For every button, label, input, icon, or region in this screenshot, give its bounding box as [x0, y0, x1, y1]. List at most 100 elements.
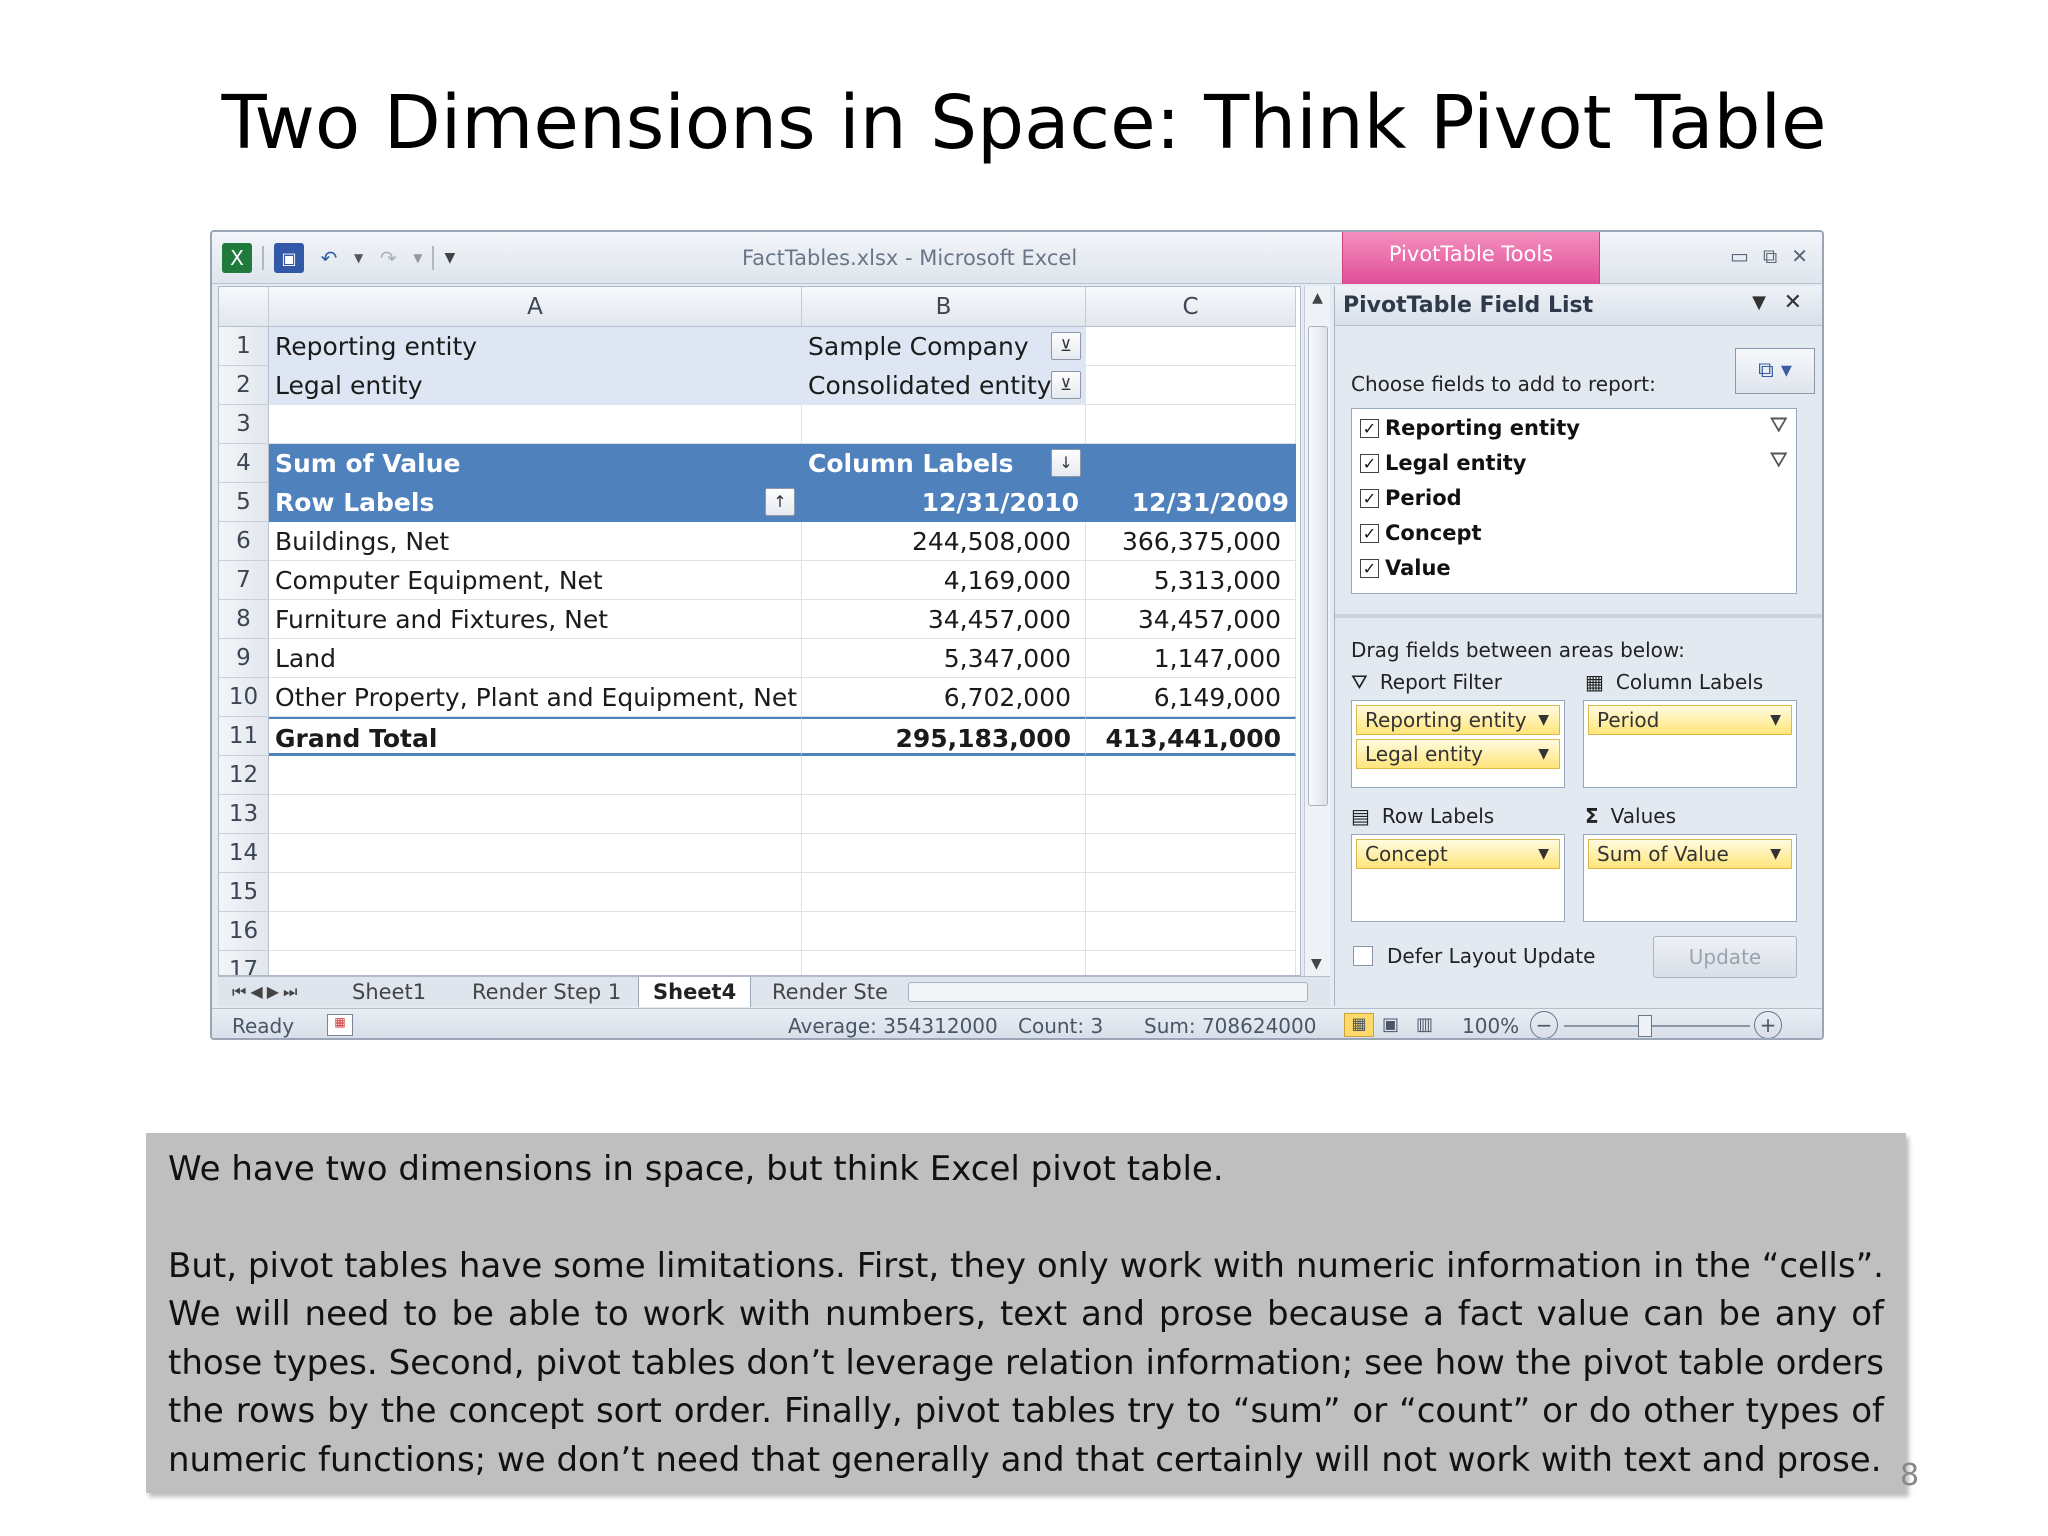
concept-label[interactable]: Furniture and Fixtures, Net [269, 600, 802, 639]
zoom-level[interactable]: 100% [1462, 1014, 1519, 1038]
field-legal-entity[interactable]: ✓ Legal entity [1360, 448, 1527, 478]
row-header[interactable]: 13 [219, 795, 269, 834]
value-2009[interactable]: 366,375,000 [1086, 522, 1296, 561]
row-header[interactable]: 12 [219, 756, 269, 795]
zoom-slider-track[interactable] [1564, 1025, 1750, 1027]
cell[interactable] [1086, 873, 1296, 912]
row-header[interactable]: 11 [219, 717, 269, 756]
cell[interactable] [802, 795, 1086, 834]
filter-dropdown-icon[interactable]: ⊻ [1051, 371, 1081, 399]
filter-label-reporting-entity[interactable]: Reporting entity [269, 327, 802, 366]
checkbox-icon[interactable]: ✓ [1360, 558, 1379, 578]
cell[interactable] [1086, 327, 1296, 366]
row-labels-header[interactable]: Row Labels [269, 483, 802, 522]
minimize-icon[interactable]: ▭ [1730, 244, 1749, 268]
redo-icon[interactable]: ↷ [373, 243, 403, 273]
cell[interactable] [802, 912, 1086, 951]
field-period[interactable]: ✓ Period [1360, 483, 1462, 513]
undo-icon[interactable]: ↶ [314, 243, 344, 273]
cell[interactable] [269, 912, 802, 951]
row-labels-area[interactable]: Concept ▼ [1351, 834, 1565, 922]
cell[interactable] [1086, 834, 1296, 873]
column-header-a[interactable]: A [269, 287, 802, 327]
cell[interactable] [269, 834, 802, 873]
cell[interactable] [269, 873, 802, 912]
tab-navigation-icon[interactable]: ⏮◀▶⏭ [218, 977, 315, 1007]
grand-total-label[interactable]: Grand Total [269, 717, 802, 756]
restore-icon[interactable]: ⧉ [1763, 244, 1777, 268]
filter-value-reporting-entity[interactable]: Sample Company [802, 327, 1086, 366]
customize-toolbar-icon[interactable]: ▼ [444, 250, 455, 266]
vertical-scrollbar[interactable]: ▲ ▼ [1304, 286, 1330, 976]
column-labels-chip[interactable]: Period ▼ [1588, 705, 1792, 735]
concept-label[interactable]: Land [269, 639, 802, 678]
column-labels-area[interactable]: Period ▼ [1583, 700, 1797, 788]
column-labels-dropdown-icon[interactable]: ↓ [1051, 449, 1081, 477]
values-area[interactable]: Sum of Value ▼ [1583, 834, 1797, 922]
sheet-tab-sheet1[interactable]: Sheet1 [338, 977, 440, 1007]
macro-record-icon[interactable]: ▦ [327, 1014, 353, 1036]
row-header[interactable]: 15 [219, 873, 269, 912]
report-filter-area[interactable]: Reporting entity ▼ Legal entity ▼ [1351, 700, 1565, 788]
concept-label[interactable]: Other Property, Plant and Equipment, Net [269, 678, 802, 717]
chevron-down-icon[interactable]: ▼ [1538, 706, 1549, 734]
row-header[interactable]: 16 [219, 912, 269, 951]
value-2009[interactable]: 1,147,000 [1086, 639, 1296, 678]
row-header[interactable]: 3 [219, 405, 269, 444]
page-break-view-icon[interactable]: ▥ [1416, 1014, 1433, 1035]
field-concept[interactable]: ✓ Concept [1360, 518, 1482, 548]
row-header[interactable]: 2 [219, 366, 269, 405]
checkbox-icon[interactable]: ✓ [1360, 453, 1379, 473]
row-header[interactable]: 6 [219, 522, 269, 561]
cell[interactable] [1086, 405, 1296, 444]
row-header[interactable]: 7 [219, 561, 269, 600]
undo-dropdown-icon[interactable]: ▼ [354, 251, 363, 265]
chevron-down-icon[interactable]: ▼ [1538, 740, 1549, 768]
vertical-scroll-thumb[interactable] [1308, 326, 1328, 806]
sheet-tab-render-step[interactable]: Render Ste [758, 977, 902, 1007]
cell[interactable] [1086, 795, 1296, 834]
cell[interactable] [1086, 912, 1296, 951]
sheet-tab-sheet4[interactable]: Sheet4 [638, 977, 752, 1007]
period-header-2009[interactable]: 12/31/2009 [1086, 483, 1296, 522]
cell[interactable] [269, 405, 802, 444]
zoom-slider-thumb[interactable] [1638, 1015, 1652, 1037]
field-value[interactable]: ✓ Value [1360, 553, 1451, 583]
close-icon[interactable]: ✕ [1791, 244, 1808, 268]
cell[interactable] [269, 951, 802, 975]
update-button[interactable]: Update [1653, 936, 1797, 978]
row-header[interactable]: 17 [219, 951, 269, 975]
value-2009[interactable]: 34,457,000 [1086, 600, 1296, 639]
cell[interactable] [1086, 366, 1296, 405]
row-labels-chip[interactable]: Concept ▼ [1356, 839, 1560, 869]
checkbox-icon[interactable]: ✓ [1360, 523, 1379, 543]
page-layout-view-icon[interactable]: ▣ [1382, 1014, 1399, 1035]
scroll-down-icon[interactable]: ▼ [1311, 956, 1322, 972]
pane-splitter[interactable] [1335, 614, 1822, 618]
filter-dropdown-icon[interactable]: ⊻ [1051, 332, 1081, 360]
concept-label[interactable]: Buildings, Net [269, 522, 802, 561]
cell[interactable] [802, 405, 1086, 444]
worksheet-grid[interactable]: A B C 1 2 3 4 5 6 7 8 9 10 11 12 13 14 15 16 17 Reportin… [218, 286, 1301, 976]
report-filter-chip[interactable]: Legal entity ▼ [1356, 739, 1560, 769]
select-all-corner[interactable] [219, 287, 269, 327]
cell[interactable] [802, 873, 1086, 912]
value-2010[interactable]: 244,508,000 [802, 522, 1086, 561]
column-labels-header[interactable]: Column Labels [802, 444, 1296, 483]
value-2010[interactable]: 34,457,000 [802, 600, 1086, 639]
row-header[interactable]: 8 [219, 600, 269, 639]
column-header-c[interactable]: C [1086, 287, 1296, 327]
values-chip[interactable]: Sum of Value ▼ [1588, 839, 1792, 869]
sum-of-value-header[interactable]: Sum of Value [269, 444, 802, 483]
grand-total-2009[interactable]: 413,441,000 [1086, 717, 1296, 756]
row-header[interactable]: 1 [219, 327, 269, 366]
scroll-up-icon[interactable]: ▲ [1305, 290, 1330, 306]
checkbox-icon[interactable]: ✓ [1360, 488, 1379, 508]
grand-total-2010[interactable]: 295,183,000 [802, 717, 1086, 756]
filter-label-legal-entity[interactable]: Legal entity [269, 366, 802, 405]
chevron-down-icon[interactable]: ▼ [1770, 706, 1781, 734]
cell[interactable] [802, 834, 1086, 873]
value-2009[interactable]: 6,149,000 [1086, 678, 1296, 717]
row-header[interactable]: 9 [219, 639, 269, 678]
pivottable-tools-tab[interactable]: PivotTable Tools [1342, 232, 1600, 284]
